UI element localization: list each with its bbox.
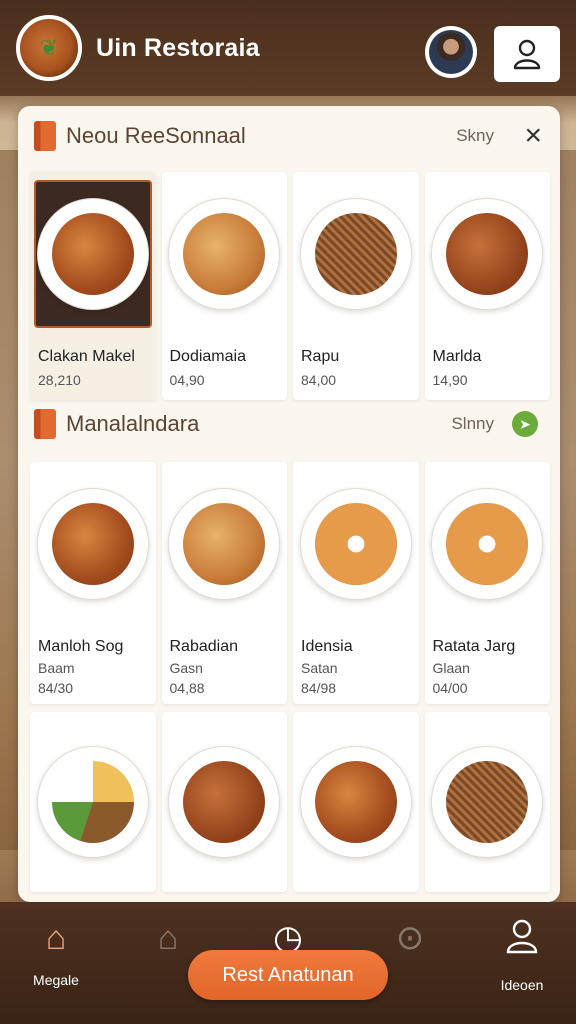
- dish-card[interactable]: Clakan Makel 28,210: [30, 172, 156, 400]
- dish-name: Rapu: [301, 348, 340, 365]
- section-header: Manalalndara Slnny ➤: [18, 396, 560, 452]
- dish-image: [34, 720, 152, 884]
- background-wall: [0, 150, 20, 850]
- dish-card[interactable]: Idensia Satan 84/98: [293, 462, 419, 704]
- dish-image: [166, 720, 284, 884]
- person-icon: [482, 918, 562, 963]
- dish-row: Clakan Makel 28,210 Dodiamaia 04,90 Rapu…: [30, 172, 550, 400]
- nav-item-account[interactable]: Ideoen: [482, 918, 562, 993]
- dish-card[interactable]: Manloh Sog Baam 84/30: [30, 462, 156, 704]
- dish-card[interactable]: [293, 712, 419, 892]
- dish-price: 84/98: [301, 680, 337, 696]
- dish-subtitle: Baam: [38, 660, 75, 676]
- dish-image: [297, 470, 415, 618]
- profile-button[interactable]: [494, 26, 560, 82]
- sort-link[interactable]: Slnny: [451, 414, 494, 434]
- dish-card[interactable]: [424, 712, 550, 892]
- dish-image: [429, 720, 547, 884]
- dish-row: Manloh Sog Baam 84/30 Rabadian Gasn 04,8…: [30, 462, 550, 704]
- home-icon: ⌂: [45, 919, 67, 957]
- dish-row: [30, 712, 550, 892]
- sort-link[interactable]: Skny: [456, 126, 494, 146]
- dish-name: Clakan Makel: [38, 348, 135, 365]
- dish-image: [166, 470, 284, 618]
- dish-card[interactable]: Rabadian Gasn 04,88: [161, 462, 287, 704]
- dish-name: Dodiamaia: [169, 348, 246, 365]
- dish-card[interactable]: Dodiamaia 04,90: [161, 172, 287, 400]
- dish-name: Idensia: [301, 638, 353, 655]
- dish-image: [34, 470, 152, 618]
- app-header: ❦ Uin Restoraia: [0, 0, 576, 96]
- background-wall: [558, 150, 576, 850]
- search-icon: ⊙: [395, 919, 425, 957]
- dish-card[interactable]: Ratata Jarg Glaan 04/00: [424, 462, 550, 704]
- section-title: Neou ReeSonnaal: [66, 123, 246, 148]
- dish-image: [297, 720, 415, 884]
- menu-book-icon: [34, 121, 56, 151]
- dish-name: Manloh Sog: [38, 638, 124, 655]
- dish-image: [166, 180, 284, 328]
- dish-name: Ratata Jarg: [432, 638, 516, 655]
- dish-name: Marlda: [432, 348, 482, 365]
- user-icon: [513, 39, 541, 70]
- dish-price: 84/30: [38, 680, 74, 696]
- dish-price: 14,90: [432, 372, 468, 388]
- dish-price: 04/00: [432, 680, 468, 696]
- section-header: Neou ReeSonnaal Skny ×: [18, 108, 560, 164]
- food-plate-icon: ❦: [39, 35, 59, 60]
- dish-card[interactable]: [30, 712, 156, 892]
- dish-subtitle: Glaan: [432, 660, 470, 676]
- dish-price: 84,00: [301, 372, 337, 388]
- dish-image: [429, 180, 547, 328]
- menu-book-icon: [34, 409, 56, 439]
- dish-name: Rabadian: [169, 638, 239, 655]
- dish-image: [297, 180, 415, 328]
- dish-card[interactable]: Rapu 84,00: [293, 172, 419, 400]
- dish-card[interactable]: [161, 712, 287, 892]
- dish-subtitle: Gasn: [169, 660, 203, 676]
- dish-subtitle: Satan: [301, 660, 338, 676]
- avatar-photo: [429, 30, 473, 74]
- nav-label: Megale: [33, 972, 79, 988]
- profile-avatar[interactable]: [425, 26, 477, 78]
- primary-action-button[interactable]: Rest Anatunan: [188, 950, 388, 1000]
- logo-image: ❦: [16, 15, 82, 81]
- nav-label: Ideoen: [500, 977, 544, 993]
- section-title: Manalalndara: [66, 411, 200, 436]
- menu-panel: Neou ReeSonnaal Skny × Clakan Makel 28,2…: [18, 106, 560, 902]
- dish-price: 04,90: [169, 372, 205, 388]
- arrow-right-icon[interactable]: ➤: [512, 411, 538, 437]
- dish-card[interactable]: Marlda 14,90: [424, 172, 550, 400]
- dish-price: 04,88: [169, 680, 205, 696]
- house-icon: ⌂: [157, 919, 179, 957]
- nav-item-home[interactable]: ⌂ Megale: [16, 918, 96, 988]
- dish-price: 28,210: [38, 372, 81, 388]
- close-button[interactable]: ×: [524, 121, 542, 151]
- app-title: Uin Restoraia: [96, 33, 260, 62]
- dish-image: [429, 470, 547, 618]
- dish-image: [34, 180, 152, 328]
